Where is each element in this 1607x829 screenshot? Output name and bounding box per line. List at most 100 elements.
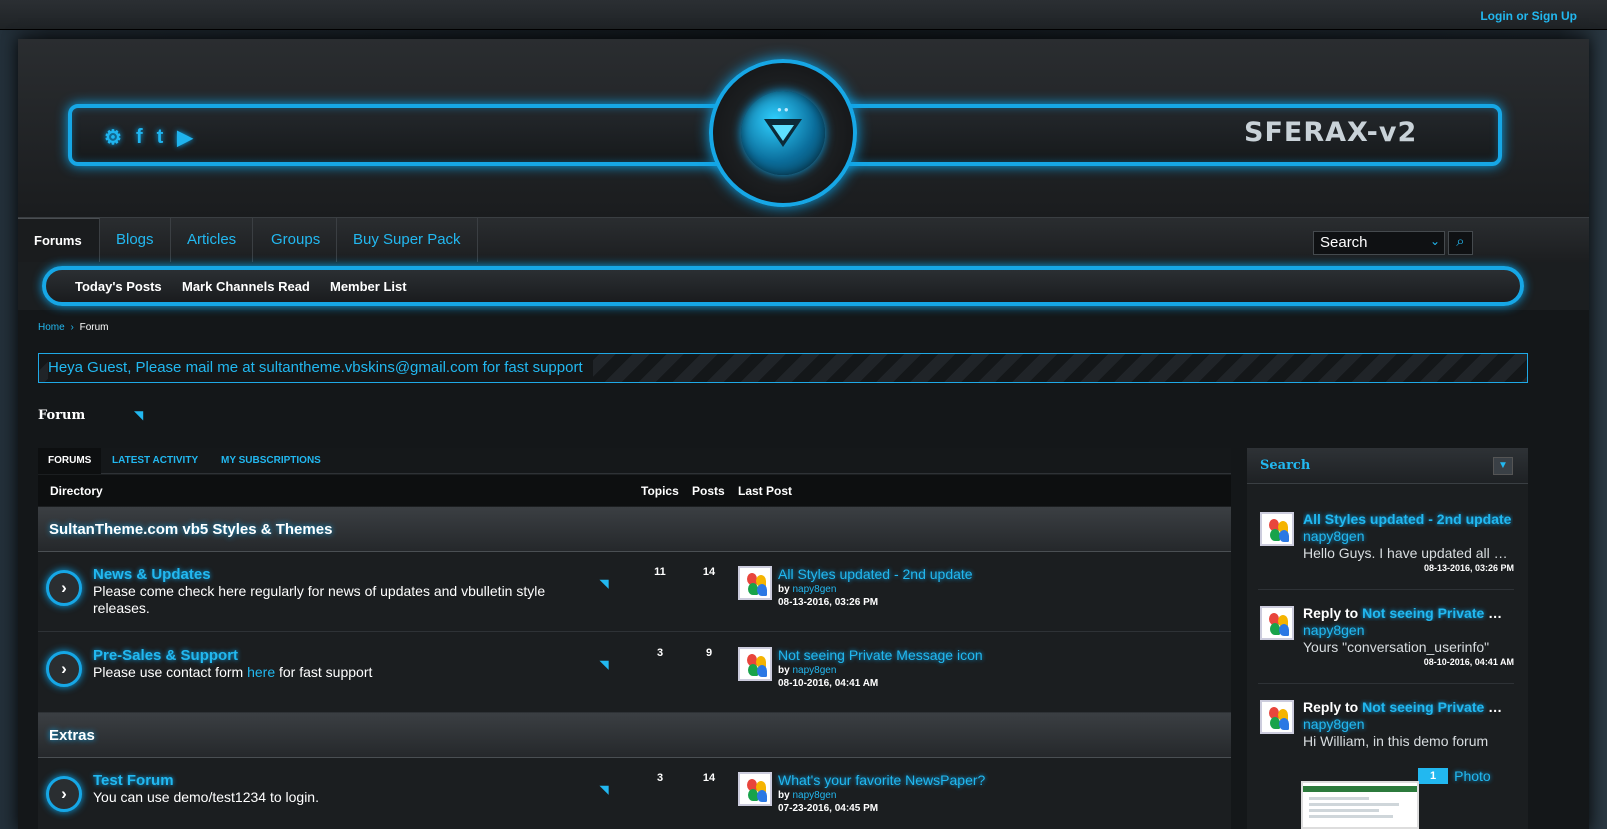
last-post-author: by napy8gen xyxy=(778,584,837,595)
forum-description: Please come check here regularly for new… xyxy=(93,583,546,616)
activity-item: All Styles updated - 2nd update napy8gen… xyxy=(1258,500,1514,590)
user-avatar-icon[interactable] xyxy=(738,566,772,600)
page-wrapper: ⚙ f t ▶ ●● SFERAX-v2 Forums Blogs Articl… xyxy=(18,39,1589,829)
last-post-author: by napy8gen xyxy=(778,790,837,801)
forum-description: Please use contact form here for fast su… xyxy=(93,664,373,680)
last-post-date: 08-13-2016, 03:26 PM xyxy=(778,597,879,608)
activity-title: All Styles updated - 2nd update xyxy=(1303,511,1513,527)
youtube-icon[interactable]: ▶ xyxy=(177,125,192,150)
col-posts: Posts xyxy=(692,484,725,498)
activity-title-link[interactable]: Not seeing Private Message icon xyxy=(1362,605,1513,621)
login-signup-link[interactable]: Login or Sign Up xyxy=(1480,9,1577,23)
rss-icon[interactable]: ◥ xyxy=(600,577,608,590)
photo-label: Photo xyxy=(1454,768,1491,784)
forum-title[interactable]: Pre-Sales & Support xyxy=(93,647,238,664)
activity-user-link[interactable]: napy8gen xyxy=(1303,716,1365,732)
activity-date: 08-13-2016, 03:26 PM xyxy=(1423,563,1514,573)
twitter-icon[interactable]: t xyxy=(157,126,164,149)
forum-title[interactable]: Test Forum xyxy=(93,772,174,789)
last-post-user-link[interactable]: napy8gen xyxy=(792,790,836,801)
logo-emblem[interactable]: ●● xyxy=(709,59,857,207)
last-post-author: by napy8gen xyxy=(778,665,837,676)
site-header: ⚙ f t ▶ ●● SFERAX-v2 xyxy=(18,39,1589,219)
social-links: ⚙ f t ▶ xyxy=(104,125,193,150)
search-button[interactable]: ⌕ xyxy=(1448,231,1473,255)
activity-excerpt: Hi William, in this demo forum xyxy=(1303,733,1489,749)
forum-tabs: FORUMS LATEST ACTIVITY MY SUBSCRIPTIONS xyxy=(38,448,1231,474)
activity-user-link[interactable]: napy8gen xyxy=(1303,622,1365,638)
photo-count: 1 xyxy=(1418,768,1449,784)
user-avatar-icon[interactable] xyxy=(1260,512,1294,546)
tab-articles[interactable]: Articles xyxy=(171,218,254,263)
top-bar: Login or Sign Up xyxy=(0,0,1607,30)
forum-arrow-icon[interactable]: › xyxy=(46,570,82,606)
page-title: Forum xyxy=(38,408,86,423)
widget-title: Search xyxy=(1260,458,1311,473)
activity-item: Reply to Not seeing Private Message icon… xyxy=(1258,594,1514,684)
photo-count-badge[interactable]: 1 Photo xyxy=(1418,768,1491,784)
collapse-toggle-icon[interactable]: ▼ xyxy=(1493,457,1513,475)
tab-blogs[interactable]: Blogs xyxy=(100,218,171,263)
tab-forums[interactable]: Forums xyxy=(18,218,100,263)
last-post-user-link[interactable]: napy8gen xyxy=(792,584,836,595)
activity-excerpt: Yours "conversation_userinfo" xyxy=(1303,639,1490,655)
column-headers: Directory Topics Posts Last Post xyxy=(38,475,1231,506)
category-header[interactable]: SultanTheme.com vb5 Styles & Themes xyxy=(38,507,1231,552)
notice-text: Heya Guest, Please mail me at sultanthem… xyxy=(48,354,593,382)
main-nav: Forums Blogs Articles Groups Buy Super P… xyxy=(18,217,1589,263)
last-post-title[interactable]: All Styles updated - 2nd update xyxy=(778,566,973,582)
last-post-date: 07-23-2016, 04:45 PM xyxy=(778,803,879,814)
forum-row: › Pre-Sales & Support Please use contact… xyxy=(38,633,1231,713)
breadcrumb-current: Forum xyxy=(79,322,109,333)
rss-icon[interactable]: ◥ xyxy=(600,783,608,796)
topic-count: 3 xyxy=(656,647,664,659)
activity-title: Reply to Not seeing Private Message icon xyxy=(1303,699,1513,715)
breadcrumb-home[interactable]: Home xyxy=(38,322,65,333)
post-count: 14 xyxy=(702,772,716,784)
forum-description: You can use demo/test1234 to login. xyxy=(93,789,319,805)
category-header[interactable]: Extras xyxy=(38,713,1231,758)
last-post-date: 08-10-2016, 04:41 AM xyxy=(778,678,879,689)
activity-date: 08-10-2016, 04:41 AM xyxy=(1423,657,1514,667)
user-avatar-icon[interactable] xyxy=(1260,606,1294,640)
forum-title[interactable]: News & Updates xyxy=(93,566,211,583)
logo-icon: ●● xyxy=(741,91,825,175)
last-post-user-link[interactable]: napy8gen xyxy=(792,665,836,676)
tab-groups[interactable]: Groups xyxy=(255,218,338,263)
photo-thumbnail[interactable] xyxy=(1301,781,1419,829)
search-icon: ⌕ xyxy=(1456,233,1465,250)
contact-form-link[interactable]: here xyxy=(247,664,275,680)
activity-item: Reply to Not seeing Private Message icon… xyxy=(1258,688,1514,778)
tab-latest-activity[interactable]: LATEST ACTIVITY xyxy=(102,448,208,474)
mark-channels-read-link[interactable]: Mark Channels Read xyxy=(182,279,310,294)
facebook-icon[interactable]: f xyxy=(136,126,143,149)
rss-icon[interactable]: ◥ xyxy=(600,658,608,671)
subnav-bar: Today's Posts Mark Channels Read Member … xyxy=(42,266,1524,306)
last-post-title[interactable]: What's your favorite NewsPaper? xyxy=(778,772,985,788)
tab-my-subscriptions[interactable]: MY SUBSCRIPTIONS xyxy=(211,448,331,474)
user-avatar-icon[interactable] xyxy=(738,772,772,806)
search-select[interactable]: Search xyxy=(1313,231,1445,255)
tab-buy-super-pack[interactable]: Buy Super Pack xyxy=(337,218,478,263)
steam-icon[interactable]: ⚙ xyxy=(104,125,122,150)
user-avatar-icon[interactable] xyxy=(1260,700,1294,734)
member-list-link[interactable]: Member List xyxy=(330,279,407,294)
todays-posts-link[interactable]: Today's Posts xyxy=(75,279,162,294)
last-post-title[interactable]: Not seeing Private Message icon xyxy=(778,647,983,663)
forum-arrow-icon[interactable]: › xyxy=(46,776,82,812)
activity-user-link[interactable]: napy8gen xyxy=(1303,528,1365,544)
forum-arrow-icon[interactable]: › xyxy=(46,651,82,687)
activity-title-link[interactable]: Not seeing Private Message icon xyxy=(1362,699,1513,715)
user-avatar-icon[interactable] xyxy=(738,647,772,681)
chevron-down-icon[interactable]: ⌄ xyxy=(1430,234,1440,248)
rss-icon[interactable]: ◥ xyxy=(134,408,143,422)
topic-count: 11 xyxy=(654,566,666,578)
activity-title-link[interactable]: All Styles updated - 2nd update xyxy=(1303,511,1511,527)
tab-forums-list[interactable]: FORUMS xyxy=(38,448,102,474)
site-title[interactable]: SFERAX-v2 xyxy=(1244,117,1417,148)
forum-row: › Test Forum You can use demo/test1234 t… xyxy=(38,758,1231,829)
breadcrumb: Home › Forum xyxy=(38,322,109,333)
notice-banner: Heya Guest, Please mail me at sultanthem… xyxy=(38,353,1528,383)
topic-count: 3 xyxy=(656,772,664,784)
forum-row: › News & Updates Please come check here … xyxy=(38,552,1231,632)
